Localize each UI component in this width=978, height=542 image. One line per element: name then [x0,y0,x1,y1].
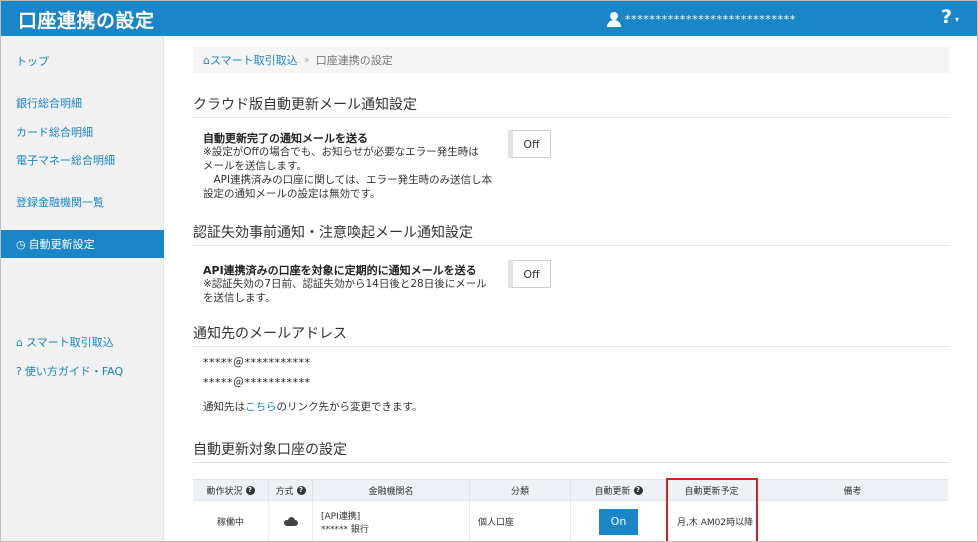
column-label: 動作状況 [206,487,243,497]
breadcrumb-home-link[interactable]: ⌂スマート取引取込 [203,52,298,68]
column-label: 方式 [275,487,294,497]
cell-method [269,501,313,541]
auth-mail-toggle[interactable]: Off [508,260,551,288]
help-icon: ? [941,6,953,28]
home-icon: ⌂ [16,335,23,349]
toggle-label: Off [523,267,540,281]
user-name: **************************** [625,12,796,26]
completion-mail-toggle[interactable]: Off [508,130,551,158]
section-divider [193,117,949,118]
email-change-note: 通知先はこちらのリンク先から変更できます。 [203,399,422,414]
sidebar-item-top[interactable]: トップ [1,47,164,75]
cloud-icon [283,517,298,526]
desc-line: ※設定がOffの場合でも、お知らせが必要なエラー発生時は [203,146,479,158]
cell-status: 稼働中 [193,501,269,541]
breadcrumb-separator: » [303,54,310,66]
section-divider [193,462,949,463]
section-title-email: 通知先のメールアドレス [193,326,347,342]
breadcrumb-current: 口座連携の設定 [315,54,393,67]
schedule-column-highlight [666,478,758,541]
help-circle-icon[interactable]: ? [633,486,643,495]
clock-icon: ◷ [16,237,26,251]
column-label: 自動更新 [594,487,631,497]
help-circle-icon[interactable]: ? [296,486,306,495]
user-icon [607,11,621,27]
cell-auto-update: On [571,501,667,541]
note-prefix: 通知先は [203,401,245,413]
setting-description: ※認証失効の7日前、認証失効から14日後と28日後にメール を送信します。 [203,277,487,305]
caret-down-icon: ▾ [955,14,960,24]
email-address-2: *****＠*********** [203,376,311,389]
email-address-1: *****＠*********** [203,356,311,369]
column-header-remarks: 備考 [757,480,948,501]
desc-line: ※認証失効の7日前、認証失効から14日後と28日後にメール [203,278,487,290]
header-bar: 口座連携の設定 **************************** ? ▾ [1,1,977,36]
sidebar-item-auto-update-settings[interactable]: ◷ 自動更新設定 [1,230,164,258]
sidebar-item-registered-institutions[interactable]: 登録金融機関一覧 [1,188,164,216]
sidebar-item-label: 銀行総合明細 [16,97,82,110]
section-title-cloud-mail: クラウド版自動更新メール通知設定 [193,97,417,113]
breadcrumb: ⌂スマート取引取込 » 口座連携の設定 [193,47,949,73]
setting-title-completion-mail: 自動更新完了の通知メールを送る [203,132,368,145]
note-suffix: のリンク先から変更できます。 [276,401,423,413]
toggle-label: On [610,515,627,528]
setting-description: ※設定がOffの場合でも、お知らせが必要なエラー発生時は メールを送信します。 … [203,145,492,201]
sidebar-item-label: カード総合明細 [16,126,93,139]
cell-institution: [API連携] ****** 銀行 [313,501,470,541]
institution-tag: [API連携] [321,511,361,522]
sidebar-item-label: 自動更新設定 [28,238,95,251]
sidebar: トップ 銀行総合明細 カード総合明細 電子マネー総合明細 登録金融機関一覧 ◷ … [1,36,164,541]
desc-line: 設定の通知メールの設定は無効です。 [203,188,381,200]
section-title-auth-mail: 認証失効事前通知・注意喚起メール通知設定 [193,225,473,241]
desc-line: API連携済みの口座に関しては、エラー発生時のみ送信し本 [203,174,493,186]
sidebar-item-guide-faq[interactable]: ? 使い方ガイド・FAQ [1,357,164,385]
setting-title-auth-mail: API連携済みの口座を対象に定期的に通知メールを送る [203,264,477,277]
sidebar-item-label: 使い方ガイド・FAQ [24,365,124,378]
column-header-method: 方式? [269,480,313,501]
app-window: 口座連携の設定 **************************** ? ▾… [0,0,978,542]
section-title-accounts: 自動更新対象口座の設定 [193,442,347,458]
cell-remarks [757,501,948,541]
question-circle-icon: ? [16,364,22,378]
user-menu[interactable]: **************************** [607,10,796,28]
desc-line: メールを送信します。 [203,160,307,172]
column-header-auto-update: 自動更新? [571,480,667,501]
column-label: 備考 [843,487,862,497]
sidebar-item-bank-statements[interactable]: 銀行総合明細 [1,89,164,117]
home-icon: ⌂ [203,54,210,67]
toggle-label: Off [523,137,540,151]
section-divider [193,245,949,246]
sidebar-item-label: スマート取引取込 [25,336,114,349]
accounts-table-header: 動作状況? 方式? 金融機関名 分類 自動更新? 自動更新予定 備考 [193,479,948,501]
cell-category: 個人口座 [470,501,571,541]
table-row: 稼働中 [API連携] ****** 銀行 個人口座 On 月,木 AM02時以… [193,501,948,541]
column-label: 金融機関名 [368,487,414,497]
sidebar-item-label: 登録金融機関一覧 [16,196,104,209]
section-divider [193,346,949,347]
sidebar-item-label: 電子マネー総合明細 [16,154,115,167]
change-email-link[interactable]: こちら [245,401,277,413]
column-header-institution: 金融機関名 [313,480,470,501]
sidebar-item-smart-import[interactable]: ⌂ スマート取引取込 [1,328,164,356]
column-header-status: 動作状況? [193,480,269,501]
desc-line: を送信します。 [203,292,276,304]
auto-update-toggle[interactable]: On [599,508,638,535]
sidebar-item-card-statements[interactable]: カード総合明細 [1,118,164,146]
column-header-category: 分類 [470,480,571,501]
column-label: 分類 [510,487,529,497]
sidebar-item-emoney-statements[interactable]: 電子マネー総合明細 [1,146,164,174]
help-menu-button[interactable]: ? ▾ [941,6,959,28]
app-title: 口座連携の設定 [18,10,155,32]
institution-name: ****** 銀行 [321,524,369,535]
help-circle-icon[interactable]: ? [245,486,255,495]
breadcrumb-home-label: スマート取引取込 [209,54,298,67]
sidebar-item-label: トップ [16,55,49,68]
